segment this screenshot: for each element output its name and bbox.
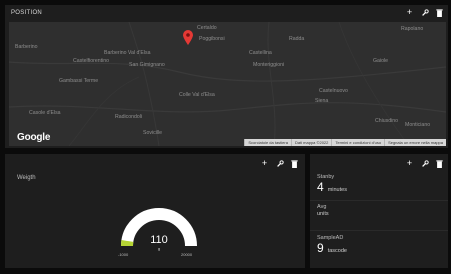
map-label: San Gimignano bbox=[129, 62, 165, 68]
plus-icon[interactable]: + bbox=[405, 159, 414, 168]
panel-title: POSITION bbox=[11, 10, 43, 16]
map-label: Monticiano bbox=[405, 122, 431, 128]
stats-panel: + Stanby 4 minutes Avg units SampleAD 9 … bbox=[310, 154, 448, 268]
gauge-value: 110 bbox=[150, 234, 168, 246]
map-label: Rapolano bbox=[401, 26, 424, 32]
map-label: Barberino Val d'Elsa bbox=[104, 50, 151, 56]
stat-label: Avg bbox=[317, 204, 327, 210]
stat-unit: minutes bbox=[327, 187, 347, 193]
map-label: Casole d'Elsa bbox=[29, 110, 61, 116]
stat-stanby: Stanby 4 minutes bbox=[317, 174, 347, 193]
weight-panel: + Weigth 110 g -1000 20000 bbox=[5, 154, 305, 268]
plus-icon[interactable]: + bbox=[260, 159, 269, 168]
map-label: Barberino bbox=[15, 44, 38, 50]
terms-link[interactable]: Termini e condizioni d'uso bbox=[331, 139, 385, 146]
stat-unit: tascode bbox=[327, 248, 347, 254]
wrench-icon[interactable] bbox=[275, 159, 284, 168]
gauge-min-label: -1000 bbox=[118, 252, 129, 257]
panel-toolbar: + bbox=[405, 159, 444, 168]
trash-icon[interactable] bbox=[435, 159, 444, 168]
divider bbox=[310, 200, 448, 201]
map-attribution-bar: Scorciatoie da tastiera Dati mappa ©2022… bbox=[244, 139, 446, 146]
map-label: Poggibonsi bbox=[199, 36, 225, 42]
stat-avg: Avg units bbox=[317, 204, 329, 217]
map-roads bbox=[9, 22, 446, 146]
map-view[interactable]: Certaldo Poggibonsi Barberino Castelfior… bbox=[9, 22, 446, 146]
stat-value: 4 bbox=[317, 180, 324, 194]
map-label: Siena bbox=[315, 98, 329, 104]
panel-toolbar: + bbox=[405, 8, 444, 17]
widget-title: Weigth bbox=[17, 175, 36, 181]
trash-icon[interactable] bbox=[435, 8, 444, 17]
map-label: Sovicille bbox=[143, 130, 163, 136]
map-pin-icon[interactable] bbox=[183, 30, 193, 45]
keyboard-shortcuts-link[interactable]: Scorciatoie da tastiera bbox=[244, 139, 291, 146]
map-label: Radicondoli bbox=[115, 114, 143, 120]
gauge-unit: g bbox=[157, 246, 161, 251]
panel-toolbar: + bbox=[260, 159, 299, 168]
map-label: Radda bbox=[289, 36, 305, 42]
map-label: Colle Val d'Elsa bbox=[179, 92, 215, 98]
trash-icon[interactable] bbox=[290, 159, 299, 168]
plus-icon[interactable]: + bbox=[405, 8, 414, 17]
map-label: Chiusdino bbox=[375, 118, 399, 124]
stat-value: 9 bbox=[317, 241, 324, 255]
map-label: Certaldo bbox=[197, 25, 217, 31]
divider bbox=[310, 230, 448, 231]
report-error-link[interactable]: Segnala un errore nella mappa bbox=[384, 139, 446, 146]
map-label: Gambassi Terme bbox=[59, 78, 99, 84]
position-panel: POSITION + Certaldo Poggibonsi Barberino… bbox=[5, 5, 448, 148]
map-label: Monteriggioni bbox=[253, 62, 285, 68]
google-logo: Google bbox=[17, 132, 51, 143]
map-label: Gaiole bbox=[373, 58, 388, 64]
stat-unit: units bbox=[317, 211, 329, 217]
map-data-label: Dati mappa ©2022 bbox=[290, 139, 332, 146]
stat-samplead: SampleAD 9 tascode bbox=[317, 235, 347, 254]
map-label: Castelfiorentino bbox=[73, 58, 110, 64]
wrench-icon[interactable] bbox=[420, 159, 429, 168]
gauge-max-label: 20000 bbox=[181, 252, 193, 257]
map-label: Castellina bbox=[249, 50, 272, 56]
map-label: Castelnuovo bbox=[319, 88, 348, 94]
wrench-icon[interactable] bbox=[420, 8, 429, 17]
